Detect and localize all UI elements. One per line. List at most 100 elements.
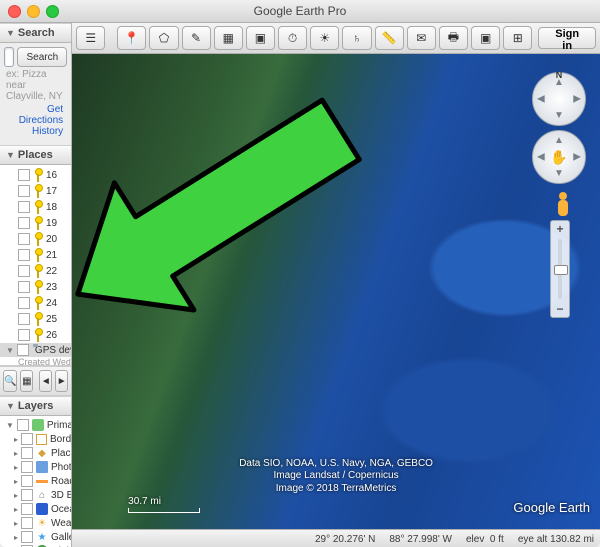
map-toolbar: ☰ 📍 ⬠ ✎ ▦ ▣ ⏱ ☀ ♄ 📏 ✉ 🖶 ▣ ⊞ Sign in <box>72 23 600 54</box>
checkbox-icon[interactable] <box>17 419 29 431</box>
search-input[interactable] <box>4 47 14 67</box>
pan-right-icon[interactable]: ▶ <box>573 152 581 163</box>
add-path-button[interactable]: ✎ <box>182 26 211 50</box>
gps-label: GPS device <box>35 345 71 356</box>
places-item[interactable]: 24 <box>0 295 71 311</box>
layers-panel-header[interactable]: ▼ Layers <box>0 396 71 416</box>
layer-icon: ★ <box>36 531 48 543</box>
search-panel-header[interactable]: ▼ Search <box>0 23 71 43</box>
checkbox-icon[interactable] <box>17 344 29 356</box>
sunlight-button[interactable]: ☀ <box>310 26 339 50</box>
places-item[interactable]: 19 <box>0 215 71 231</box>
pegman-icon[interactable] <box>554 192 572 218</box>
checkbox-icon[interactable] <box>21 447 33 459</box>
places-search-button[interactable]: 🔍 <box>3 370 17 392</box>
layers-root-label: Primary Database <box>47 420 71 431</box>
pan-left-icon[interactable]: ◀ <box>537 152 545 163</box>
pan-down-icon[interactable]: ▼ <box>554 168 564 179</box>
layer-icon <box>36 461 48 473</box>
checkbox-icon[interactable] <box>21 461 33 473</box>
checkbox-icon[interactable] <box>21 517 33 529</box>
layer-item[interactable]: ▸Ocean <box>0 502 71 516</box>
places-item-label: 19 <box>46 218 57 229</box>
email-button[interactable]: ✉ <box>407 26 436 50</box>
compass-control[interactable]: N ▲ ▼ ▶ ◀ <box>532 72 586 126</box>
status-bar: 29° 20.276' N 88° 27.998' W elev 0 ft ey… <box>72 529 600 547</box>
layer-item[interactable]: ▸Roads <box>0 474 71 488</box>
add-placemark-button[interactable]: 📍 <box>117 26 146 50</box>
look-up-icon[interactable]: ▲ <box>554 77 564 88</box>
places-item[interactable]: 23 <box>0 279 71 295</box>
record-tour-button[interactable]: ▣ <box>246 26 275 50</box>
pushpin-icon <box>33 328 43 342</box>
layer-label: 3D Buildings <box>51 490 71 501</box>
look-down-icon[interactable]: ▼ <box>554 110 564 121</box>
places-item-label: 16 <box>46 170 57 181</box>
look-left-icon[interactable]: ◀ <box>537 94 545 105</box>
layer-item[interactable]: ▸⌂3D Buildings <box>0 488 71 502</box>
view-in-maps-button[interactable]: ⊞ <box>503 26 532 50</box>
layer-item[interactable]: ▸Photos <box>0 460 71 474</box>
places-next-button[interactable]: ► <box>55 370 68 392</box>
map-canvas[interactable]: N ▲ ▼ ▶ ◀ ✋ ▲ ▼ ▶ ◀ <box>72 54 600 529</box>
hide-sidebar-button[interactable]: ☰ <box>76 26 105 50</box>
checkbox-icon[interactable] <box>18 281 30 293</box>
checkbox-icon[interactable] <box>18 297 30 309</box>
gps-device-item[interactable]: ▼GPS device <box>0 343 71 357</box>
pan-up-icon[interactable]: ▲ <box>554 135 564 146</box>
checkbox-icon[interactable] <box>21 433 33 445</box>
places-item[interactable]: 17 <box>0 183 71 199</box>
layer-item[interactable]: ▸Borders and Labels <box>0 432 71 446</box>
checkbox-icon[interactable] <box>18 201 30 213</box>
checkbox-icon[interactable] <box>21 475 33 487</box>
layers-panel: ▼Primary Database▸Borders and Labels▸◆Pl… <box>0 416 71 547</box>
checkbox-icon[interactable] <box>18 329 30 341</box>
get-directions-link[interactable]: Get Directions History <box>19 104 63 137</box>
pan-control[interactable]: ✋ ▲ ▼ ▶ ◀ <box>532 130 586 184</box>
places-item[interactable]: 22 <box>0 263 71 279</box>
add-polygon-button[interactable]: ⬠ <box>149 26 178 50</box>
minimize-icon[interactable] <box>27 5 40 18</box>
planet-button[interactable]: ♄ <box>342 26 371 50</box>
places-header-label: Places <box>18 149 53 161</box>
layer-item[interactable]: ▸★Gallery <box>0 530 71 544</box>
places-item[interactable]: 18 <box>0 199 71 215</box>
zoom-slider[interactable] <box>558 239 562 299</box>
places-panel-header[interactable]: ▼ Places <box>0 145 71 165</box>
pushpin-icon <box>33 200 43 214</box>
zoom-in-button[interactable]: + <box>551 221 569 237</box>
look-right-icon[interactable]: ▶ <box>573 94 581 105</box>
checkbox-icon[interactable] <box>18 169 30 181</box>
ruler-button[interactable]: 📏 <box>375 26 404 50</box>
checkbox-icon[interactable] <box>18 185 30 197</box>
layer-item[interactable]: ▸☀Weather <box>0 516 71 530</box>
checkbox-icon[interactable] <box>21 531 33 543</box>
places-prev-button[interactable]: ◄ <box>39 370 52 392</box>
places-item[interactable]: 20 <box>0 231 71 247</box>
layer-item[interactable]: ▸◆Places <box>0 446 71 460</box>
checkbox-icon[interactable] <box>18 217 30 229</box>
search-button[interactable]: Search <box>17 47 67 67</box>
places-item[interactable]: 21 <box>0 247 71 263</box>
places-item[interactable]: 26 <box>0 327 71 343</box>
close-icon[interactable] <box>8 5 21 18</box>
checkbox-icon[interactable] <box>18 313 30 325</box>
places-item[interactable]: 16 <box>0 167 71 183</box>
checkbox-icon[interactable] <box>18 249 30 261</box>
pushpin-icon <box>33 296 43 310</box>
zoom-window-icon[interactable] <box>46 5 59 18</box>
zoom-thumb[interactable] <box>554 265 568 275</box>
places-item[interactable]: 25 <box>0 311 71 327</box>
zoom-out-button[interactable]: − <box>551 301 569 317</box>
sign-in-button[interactable]: Sign in <box>538 27 596 49</box>
checkbox-icon[interactable] <box>18 233 30 245</box>
history-button[interactable]: ⏱ <box>278 26 307 50</box>
checkbox-icon[interactable] <box>18 265 30 277</box>
add-image-overlay-button[interactable]: ▦ <box>214 26 243 50</box>
layers-root[interactable]: ▼Primary Database <box>0 418 71 432</box>
checkbox-icon[interactable] <box>21 503 33 515</box>
checkbox-icon[interactable] <box>21 489 33 501</box>
save-image-button[interactable]: ▣ <box>471 26 500 50</box>
places-add-button[interactable]: ▦ <box>20 370 33 392</box>
print-button[interactable]: 🖶 <box>439 26 468 50</box>
